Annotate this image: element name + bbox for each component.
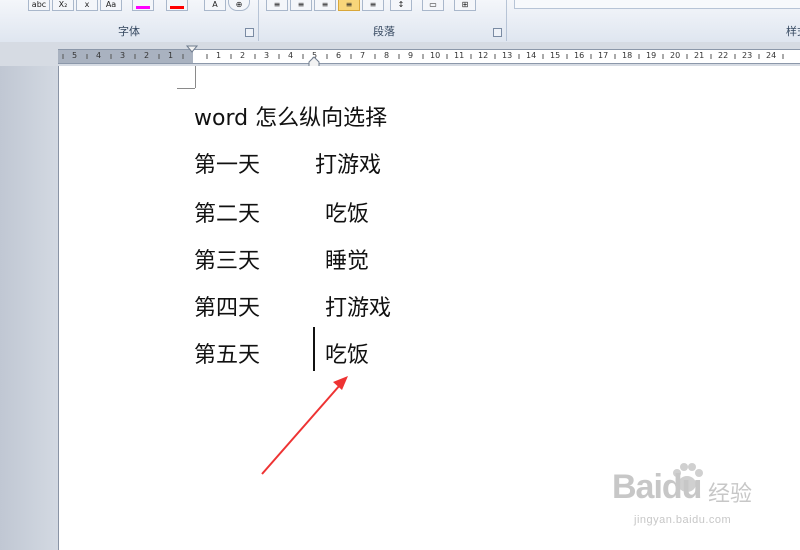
baidu-jingyan-watermark: Baidu 经验 jingyan.baidu.com bbox=[612, 462, 762, 532]
watermark-cn: 经验 bbox=[708, 482, 753, 507]
watermark-url: jingyan.baidu.com bbox=[634, 514, 732, 526]
watermark-brand: Baidu bbox=[612, 468, 702, 506]
